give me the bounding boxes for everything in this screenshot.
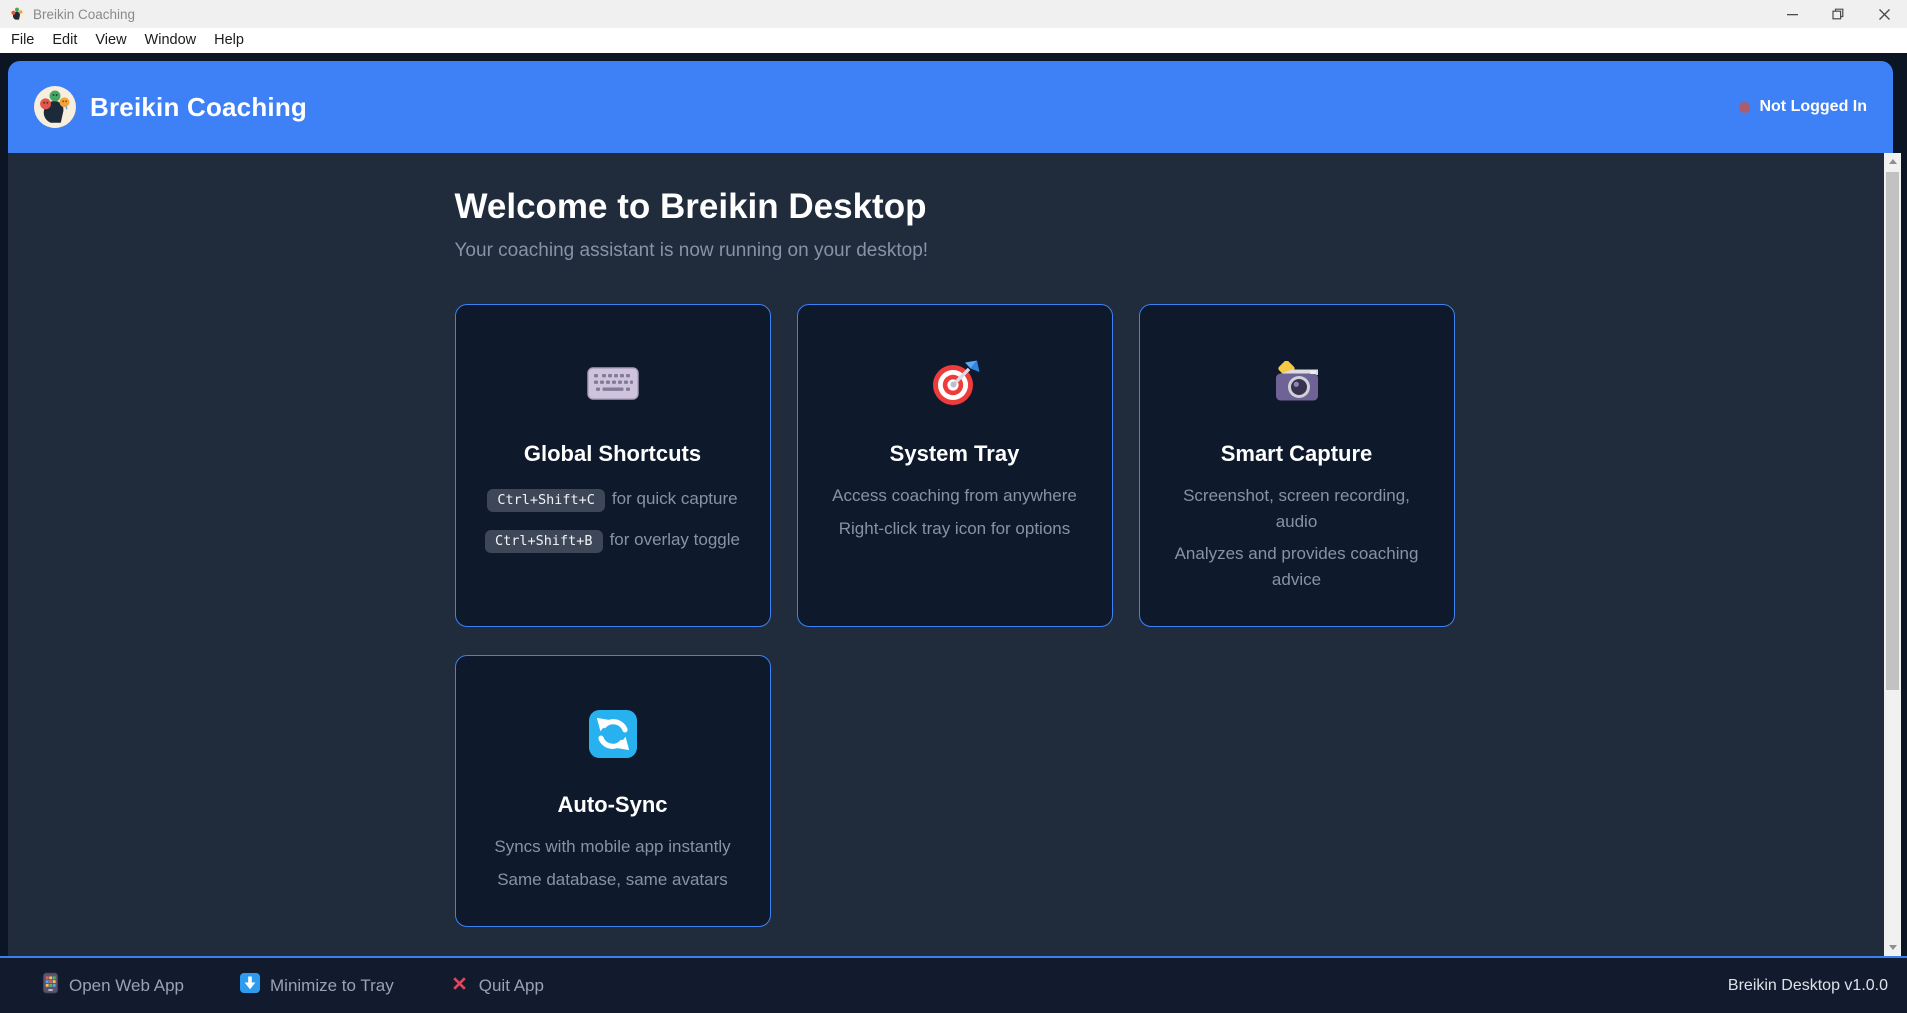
- window-title: Breikin Coaching: [33, 7, 135, 22]
- download-arrow-icon: [240, 973, 260, 998]
- footer-button-label: Quit App: [479, 976, 544, 996]
- header-banner: Breikin Coaching Not Logged In: [8, 61, 1893, 153]
- card-text-line: Screenshot, screen recording, audio: [1166, 483, 1428, 534]
- page-subtitle: Your coaching assistant is now running o…: [455, 240, 1455, 262]
- app-body: Breikin Coaching Not Logged In Welcome t…: [0, 53, 1907, 1013]
- card-global-shortcuts: Global Shortcuts Ctrl+Shift+Cfor quick c…: [455, 304, 771, 627]
- card-text-line: Access coaching from anywhere: [824, 483, 1086, 509]
- menu-help[interactable]: Help: [205, 28, 253, 53]
- keyboard-icon: [482, 355, 744, 411]
- content-viewport: Welcome to Breikin Desktop Your coaching…: [8, 153, 1901, 956]
- card-text-line: Syncs with mobile app instantly: [482, 834, 744, 860]
- target-icon: [824, 355, 1086, 411]
- menu-file[interactable]: File: [2, 28, 43, 53]
- footer-button-label: Open Web App: [69, 976, 184, 996]
- mobile-phone-icon: [42, 972, 59, 999]
- shortcut-line: Ctrl+Shift+Bfor overlay toggle: [482, 524, 744, 555]
- footer-button-label: Minimize to Tray: [270, 976, 394, 996]
- feature-card-grid: Global Shortcuts Ctrl+Shift+Cfor quick c…: [455, 304, 1455, 927]
- card-title: Smart Capture: [1166, 441, 1428, 467]
- scrollbar-thumb[interactable]: [1886, 172, 1899, 690]
- card-title: System Tray: [824, 441, 1086, 467]
- minimize-button[interactable]: [1769, 0, 1815, 28]
- card-text-line: Right-click tray icon for options: [824, 516, 1086, 542]
- minimize-to-tray-button[interactable]: Minimize to Tray: [240, 973, 394, 998]
- os-titlebar: Breikin Coaching: [0, 0, 1907, 28]
- status-label: Not Logged In: [1759, 98, 1867, 116]
- app-logo-icon: [34, 86, 76, 128]
- quit-app-button[interactable]: Quit App: [450, 974, 544, 998]
- shortcut-line: Ctrl+Shift+Cfor quick capture: [482, 483, 744, 514]
- menu-bar: File Edit View Window Help: [0, 28, 1907, 53]
- vertical-scrollbar[interactable]: [1884, 153, 1901, 956]
- page-title: Welcome to Breikin Desktop: [455, 187, 1455, 227]
- app-version-label: Breikin Desktop v1.0.0: [1728, 977, 1888, 995]
- app-logo-icon: [9, 6, 25, 22]
- header-app-title: Breikin Coaching: [90, 92, 307, 123]
- camera-icon: [1166, 355, 1428, 411]
- card-text-line: Same database, same avatars: [482, 867, 744, 893]
- menu-window[interactable]: Window: [136, 28, 206, 53]
- footer-bar: Open Web App Minimize to Tray Quit Ap: [0, 956, 1907, 1013]
- menu-view[interactable]: View: [86, 28, 135, 53]
- status-dot-icon: [1739, 102, 1750, 113]
- red-x-icon: [450, 974, 469, 998]
- kbd-overlay-toggle: Ctrl+Shift+B: [485, 530, 603, 553]
- card-title: Global Shortcuts: [482, 441, 744, 467]
- scroll-up-arrow-icon[interactable]: [1884, 153, 1901, 170]
- scroll-down-arrow-icon[interactable]: [1884, 939, 1901, 956]
- open-web-app-button[interactable]: Open Web App: [42, 972, 184, 999]
- close-button[interactable]: [1861, 0, 1907, 28]
- card-system-tray: System Tray Access coaching from anywher…: [797, 304, 1113, 627]
- restore-button[interactable]: [1815, 0, 1861, 28]
- app-window: Breikin Coaching File Edit View Window H: [0, 0, 1907, 1013]
- kbd-quick-capture: Ctrl+Shift+C: [487, 489, 605, 512]
- card-text-line: Analyzes and provides coaching advice: [1166, 541, 1428, 592]
- window-controls: [1769, 0, 1907, 28]
- sync-icon: [482, 706, 744, 762]
- card-title: Auto-Sync: [482, 792, 744, 818]
- menu-edit[interactable]: Edit: [43, 28, 86, 53]
- card-smart-capture: Smart Capture Screenshot, screen recordi…: [1139, 304, 1455, 627]
- login-status: Not Logged In: [1739, 98, 1867, 116]
- card-auto-sync: Auto-Sync Syncs with mobile app instantl…: [455, 655, 771, 927]
